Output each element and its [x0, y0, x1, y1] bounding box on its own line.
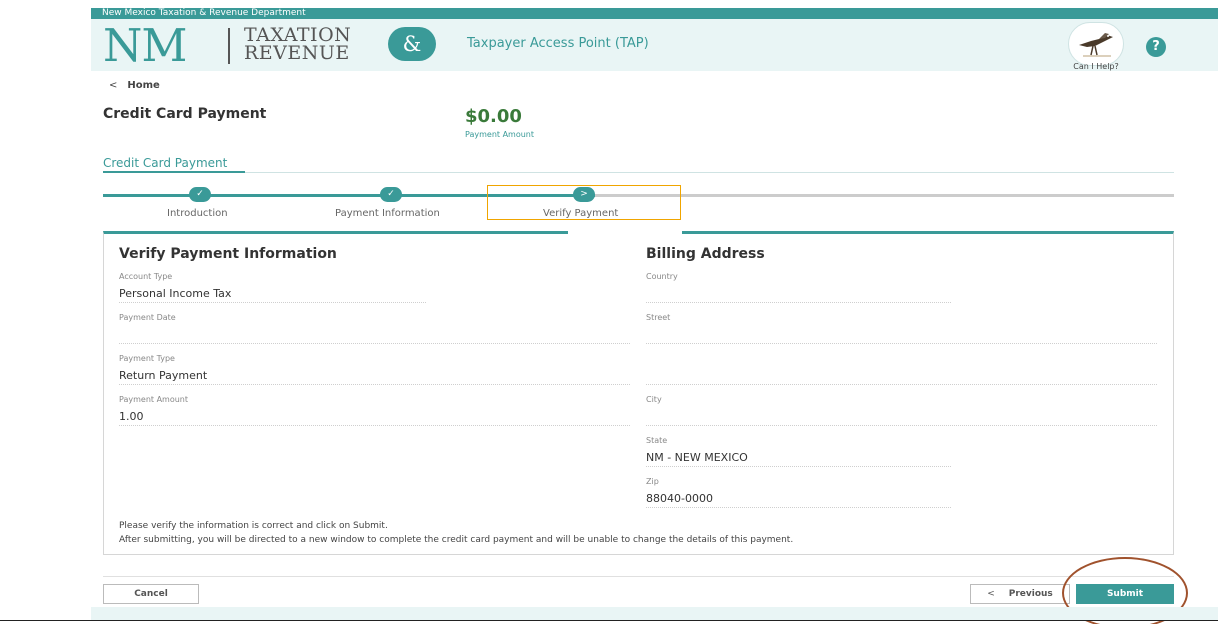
state-value: NM - NEW MEXICO	[646, 451, 748, 464]
payment-amount-underline	[119, 425, 630, 426]
page-title: Credit Card Payment	[103, 106, 267, 122]
payment-date-underline	[119, 343, 630, 344]
payment-date-label: Payment Date	[119, 313, 176, 322]
account-type-value: Personal Income Tax	[119, 287, 232, 300]
footer-divider	[103, 576, 1174, 577]
payment-amount-value: $0.00	[465, 106, 522, 127]
zip-underline	[646, 507, 951, 508]
step-introduction[interactable]: Introduction	[167, 208, 228, 219]
home-label: Home	[127, 80, 160, 91]
tab-credit-card-payment[interactable]: Credit Card Payment	[103, 156, 227, 170]
can-i-help-label[interactable]: Can I Help?	[1066, 62, 1126, 71]
app-title: Taxpayer Access Point (TAP)	[467, 36, 649, 51]
billing-section-title: Billing Address	[646, 246, 765, 262]
verify-instruction: Please verify the information is correct…	[119, 521, 388, 531]
previous-button[interactable]: < Previous	[970, 584, 1070, 604]
payment-amount-field-value: 1.00	[119, 410, 144, 423]
payment-type-label: Payment Type	[119, 354, 175, 363]
logo-nm[interactable]: NM	[103, 22, 187, 70]
org-name: New Mexico Taxation & Revenue Department	[102, 8, 306, 18]
logo-divider	[228, 28, 230, 64]
previous-label: Previous	[1008, 589, 1053, 599]
bottom-rule	[0, 620, 1218, 621]
tab-baseline	[103, 172, 1174, 173]
account-type-underline	[119, 302, 426, 303]
submit-warning: After submitting, you will be directed t…	[119, 535, 794, 545]
zip-value: 88040-0000	[646, 492, 713, 505]
payment-amount-label: Payment Amount	[465, 130, 535, 139]
card-notch	[568, 221, 682, 234]
step-payment-information[interactable]: Payment Information	[335, 208, 440, 219]
bottom-strip	[91, 607, 1218, 620]
verify-section-title: Verify Payment Information	[119, 246, 337, 262]
current-step-highlight	[487, 185, 681, 220]
payment-amount-field-label: Payment Amount	[119, 395, 189, 404]
home-link[interactable]: < Home	[109, 80, 160, 91]
check-icon: ✓	[189, 187, 211, 202]
street-underline-2	[646, 384, 1157, 385]
question-circle-icon[interactable]: ?	[1146, 37, 1166, 57]
street-underline-1	[646, 343, 1157, 344]
city-underline	[646, 425, 1157, 426]
logo-ampersand[interactable]: &	[388, 27, 436, 61]
zip-label: Zip	[646, 477, 659, 486]
chevron-left-icon: <	[987, 589, 995, 599]
roadrunner-icon[interactable]	[1068, 22, 1124, 66]
top-bar: New Mexico Taxation & Revenue Department	[91, 8, 1218, 19]
verify-payment-card	[103, 231, 1174, 555]
state-label: State	[646, 436, 668, 445]
roadrunner-graphic	[1079, 33, 1113, 57]
state-underline	[646, 466, 951, 467]
street-label: Street	[646, 313, 671, 322]
payment-type-underline	[119, 384, 630, 385]
account-type-label: Account Type	[119, 272, 173, 281]
check-icon: ✓	[380, 187, 402, 202]
cancel-button[interactable]: Cancel	[103, 584, 199, 604]
logo-revenue[interactable]: REVENUE	[244, 44, 350, 63]
tab-active-underline	[103, 171, 245, 173]
chevron-left-icon: <	[109, 80, 118, 91]
country-underline	[646, 302, 951, 303]
stepper-progress-remaining	[595, 194, 1174, 197]
city-label: City	[646, 395, 662, 404]
country-label: Country	[646, 272, 678, 281]
payment-type-value: Return Payment	[119, 369, 208, 382]
